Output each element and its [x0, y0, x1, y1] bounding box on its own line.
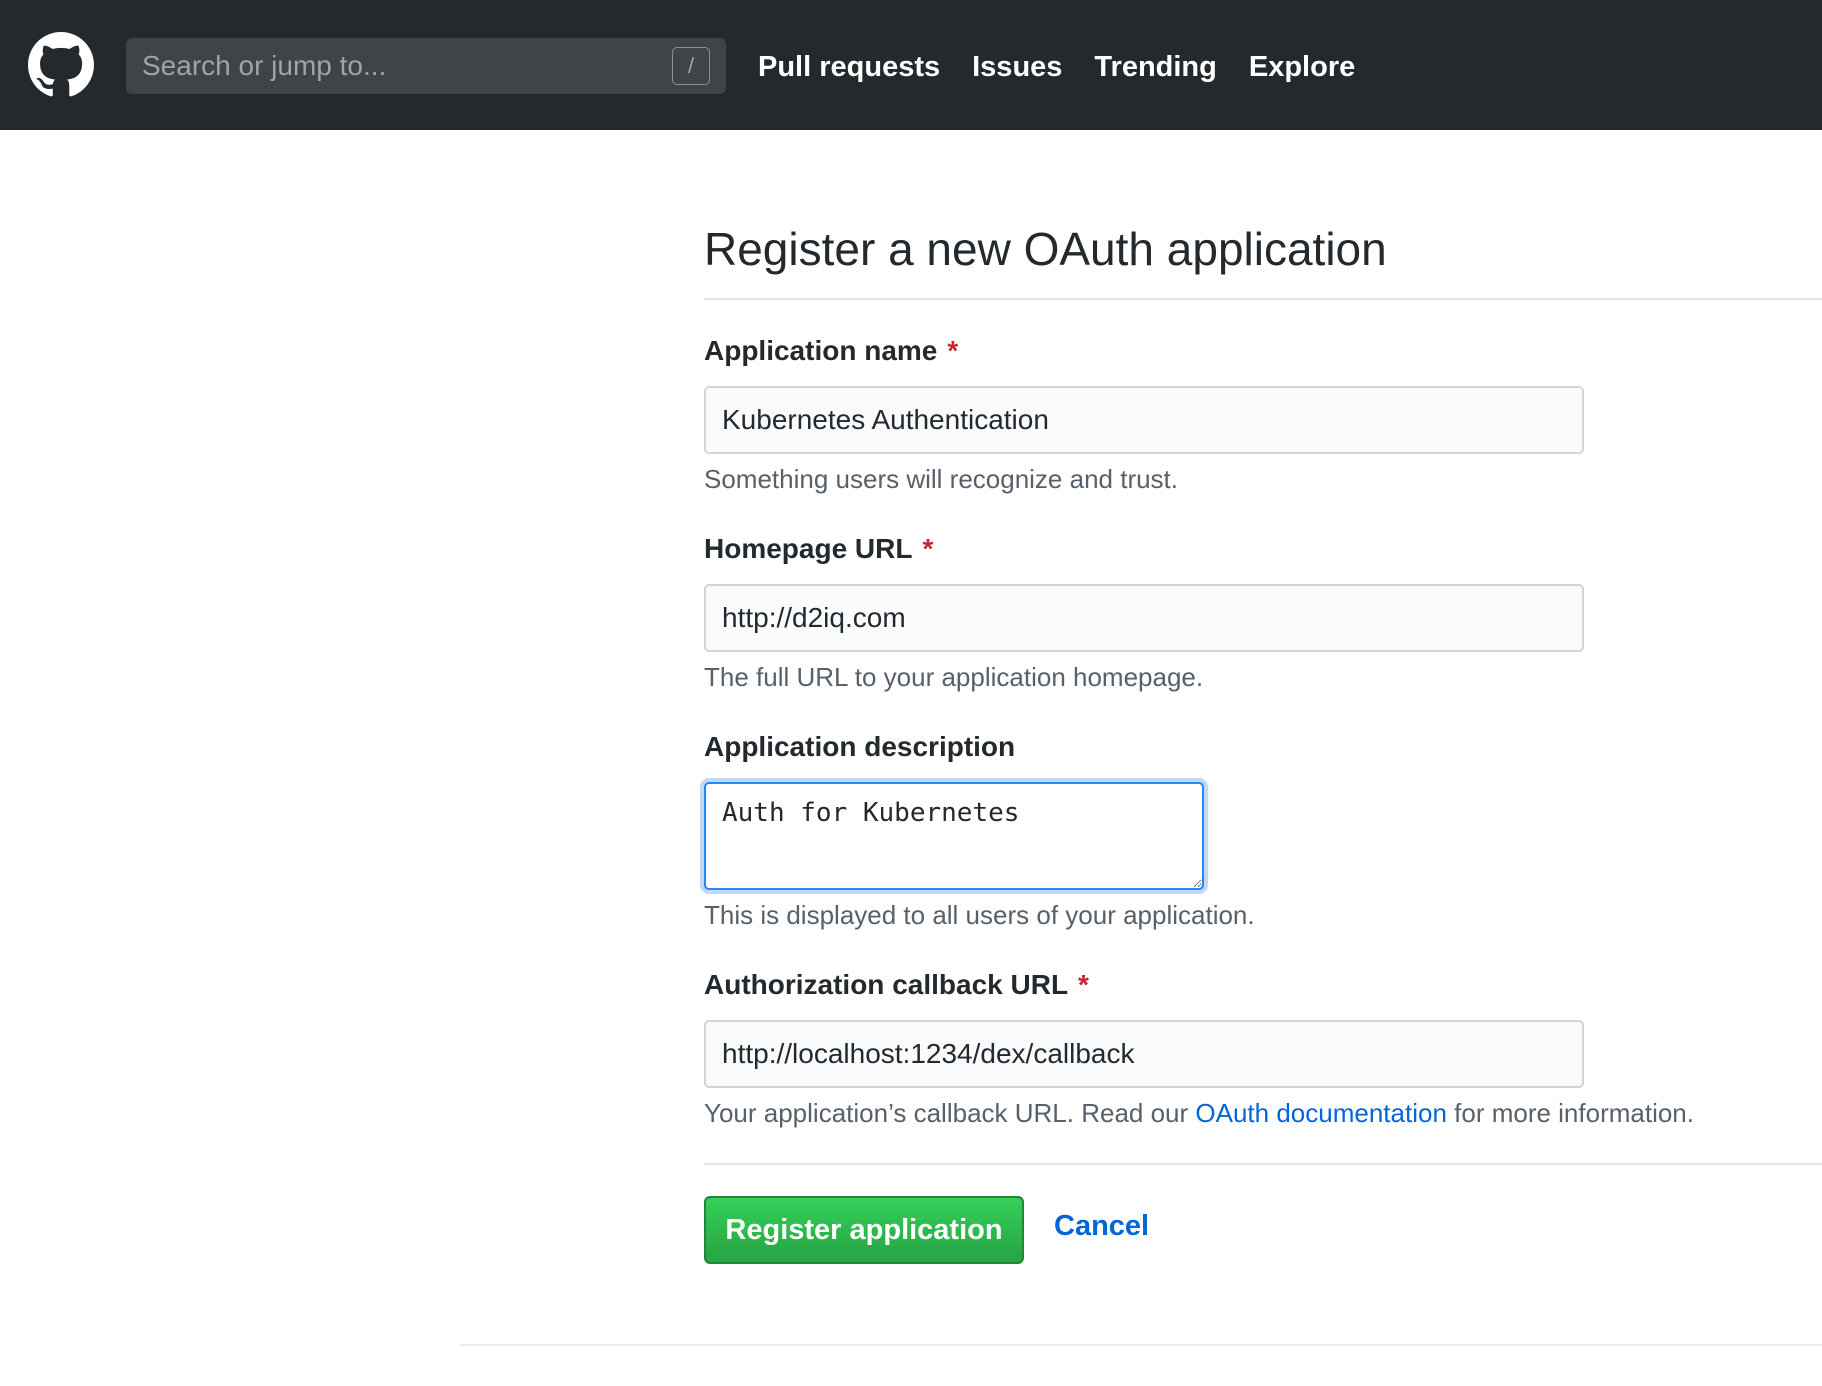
homepage-url-input[interactable] — [704, 584, 1584, 652]
callback-url-label: Authorization callback URL * — [704, 969, 1089, 1001]
description-textarea[interactable]: Auth for Kubernetes — [704, 782, 1204, 890]
description-label-text: Application description — [704, 731, 1016, 762]
callback-help-text: Your application’s callback URL. Read ou… — [704, 1098, 1196, 1128]
app-name-input[interactable] — [704, 386, 1584, 454]
required-marker: * — [1078, 969, 1089, 1000]
oauth-documentation-link[interactable]: OAuth documentation — [1195, 1098, 1447, 1128]
homepage-url-help: The full URL to your application homepag… — [704, 662, 1204, 692]
footer-divider — [460, 1344, 1822, 1346]
nav-trending[interactable]: Trending — [1094, 44, 1216, 90]
required-marker: * — [922, 533, 934, 564]
search-box[interactable]: Search or jump to... / — [126, 38, 726, 94]
homepage-url-label: Homepage URL * — [704, 533, 933, 565]
nav-issues[interactable]: Issues — [972, 44, 1062, 90]
nav-explore[interactable]: Explore — [1249, 44, 1355, 90]
required-marker: * — [947, 335, 959, 366]
app-name-label-text: Application name — [704, 335, 938, 366]
app-name-label: Application name * — [704, 335, 958, 367]
top-navbar: Search or jump to... / Pull requests Iss… — [0, 0, 1822, 130]
cancel-link[interactable]: Cancel — [1054, 1210, 1149, 1243]
callback-help-text-end: for more information. — [1446, 1098, 1694, 1128]
callback-url-label-text: Authorization callback URL — [704, 969, 1069, 1000]
description-help: This is displayed to all users of your a… — [704, 900, 1255, 930]
callback-url-help: Your application’s callback URL. Read ou… — [704, 1098, 1694, 1129]
nav-pull-requests[interactable]: Pull requests — [758, 44, 940, 90]
page-title: Register a new OAuth application — [704, 223, 1387, 275]
title-divider — [704, 298, 1822, 300]
form-divider — [704, 1163, 1822, 1165]
main-nav: Pull requests Issues Trending Explore — [758, 44, 1355, 90]
description-label: Application description — [704, 731, 1015, 763]
github-logo-icon[interactable] — [28, 32, 94, 98]
app-name-help: Something users will recognize and trust… — [704, 464, 1179, 494]
register-application-button[interactable]: Register application — [704, 1196, 1024, 1264]
search-shortcut-key: / — [672, 47, 710, 85]
homepage-url-label-text: Homepage URL — [704, 533, 913, 564]
search-placeholder: Search or jump to... — [142, 50, 387, 81]
callback-url-input[interactable] — [704, 1020, 1584, 1088]
